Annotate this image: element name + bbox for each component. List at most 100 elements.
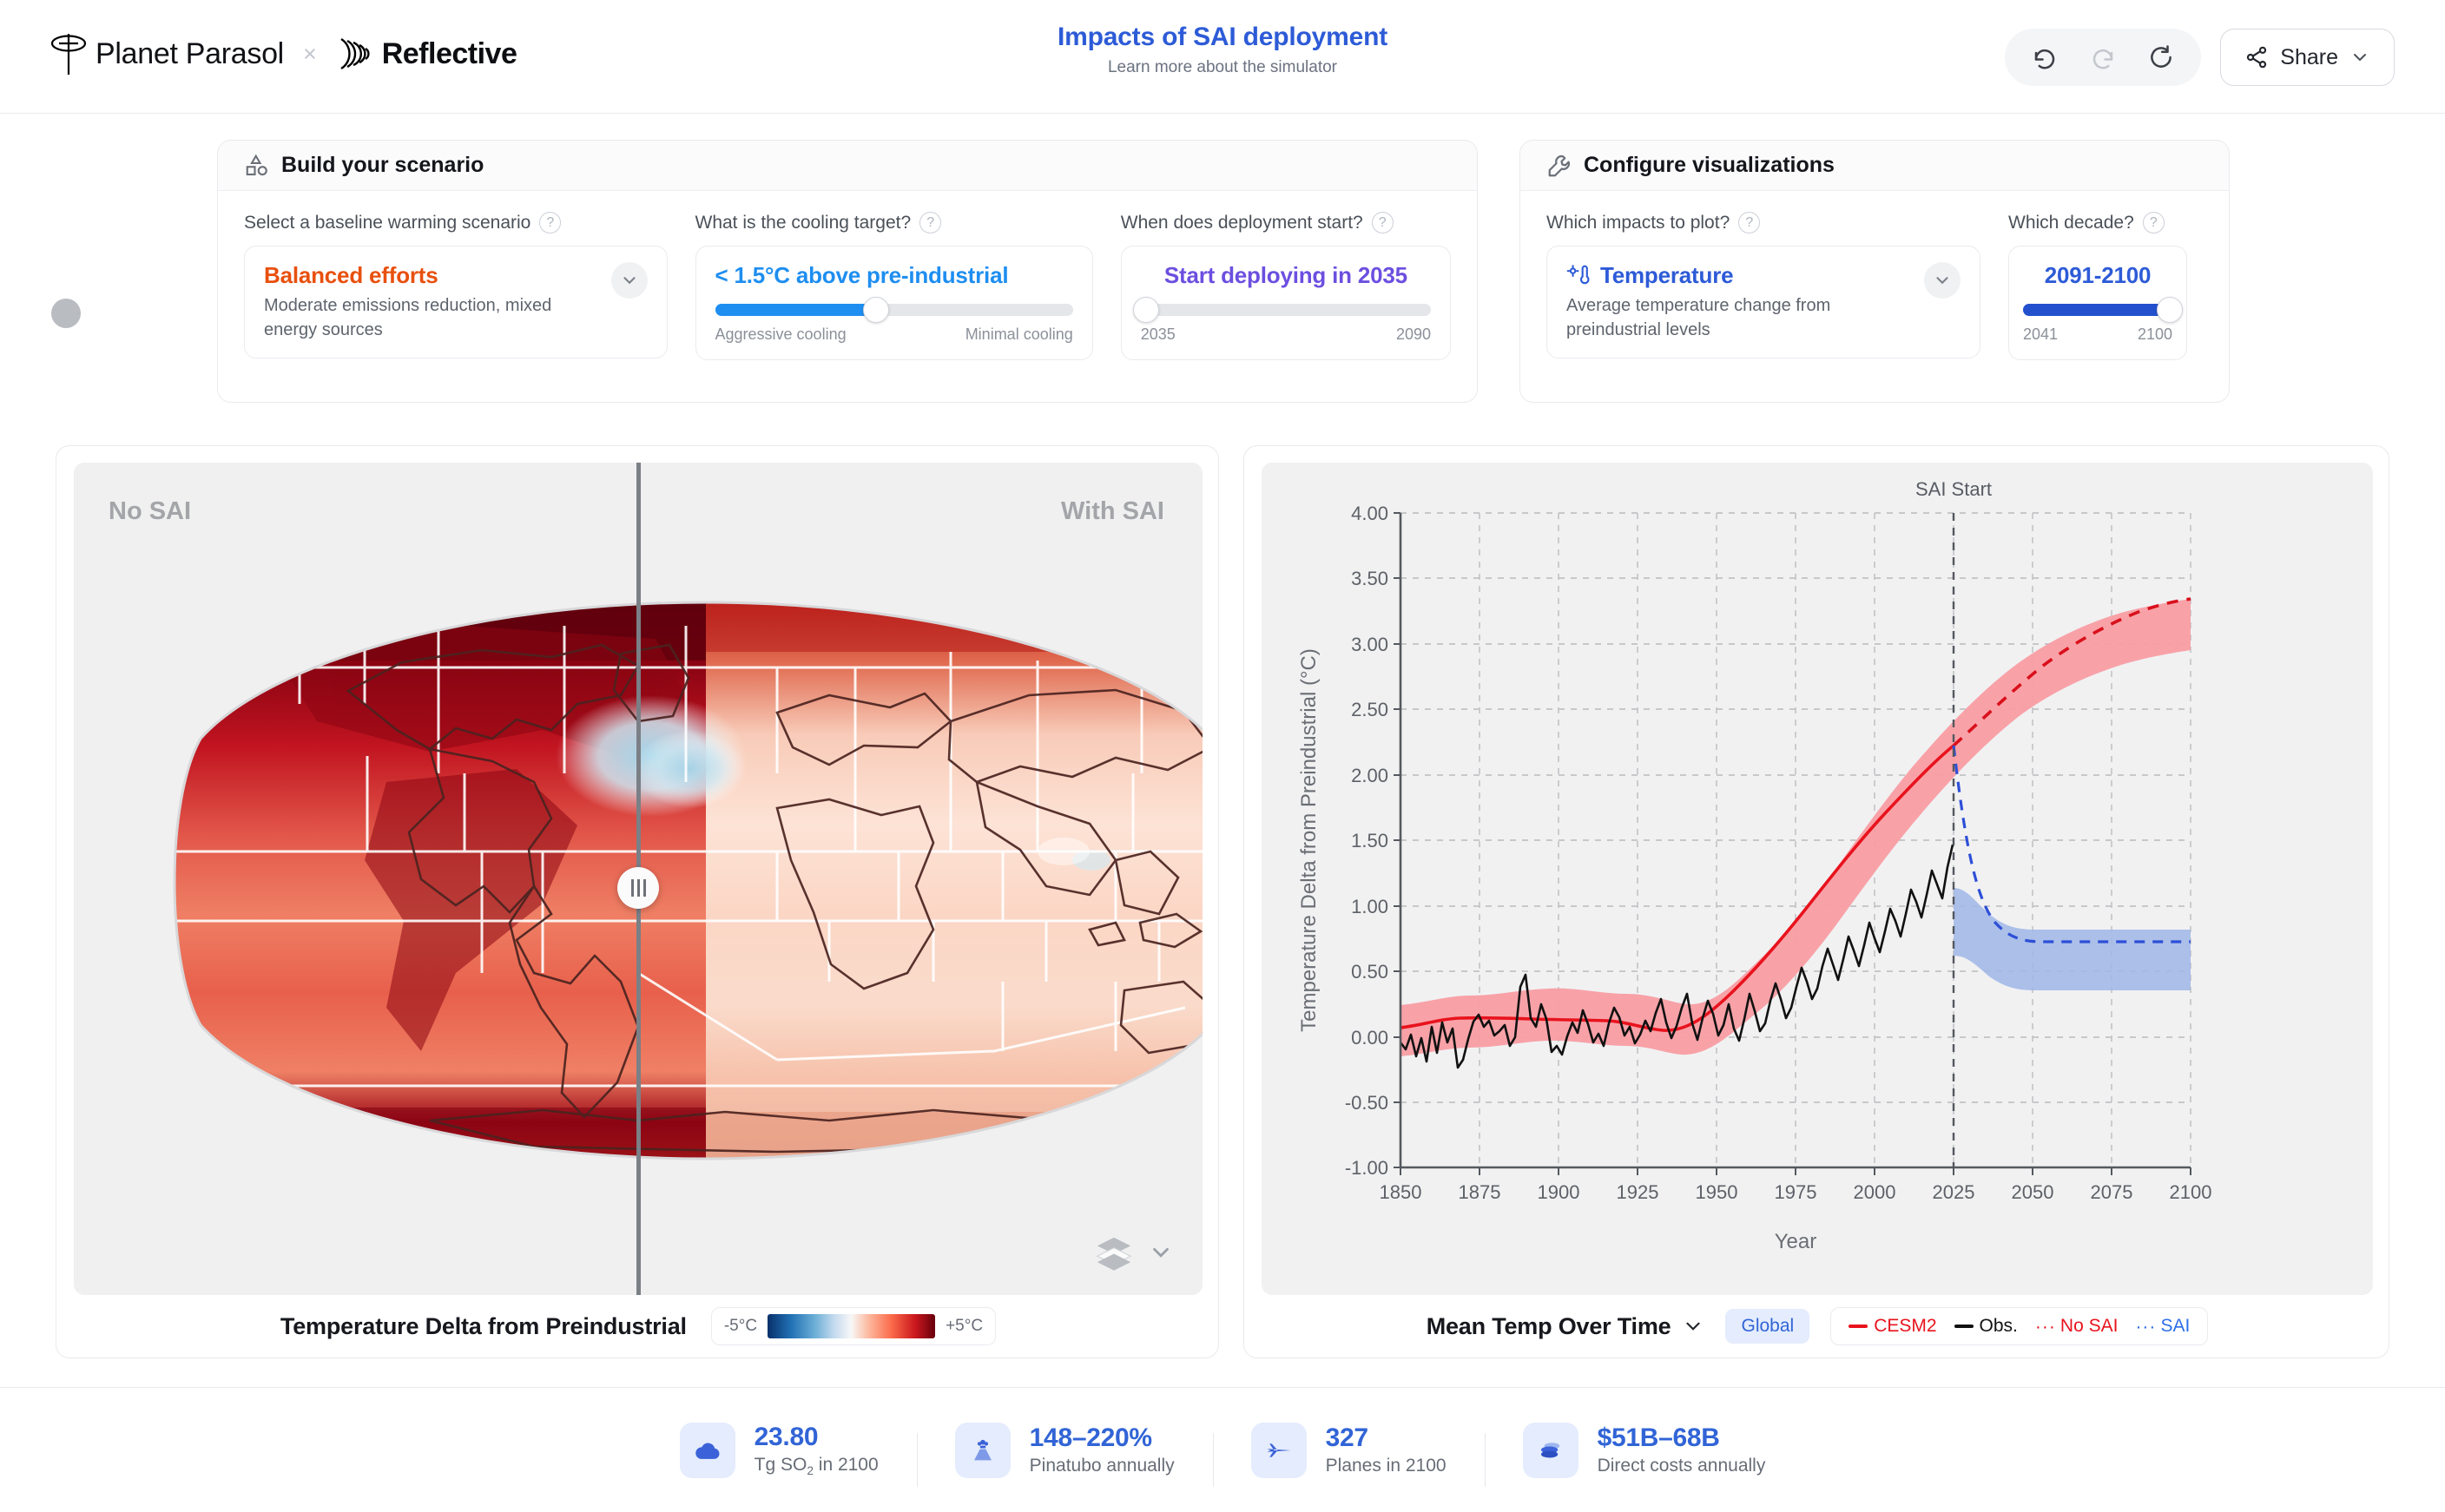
deployment-help-icon[interactable]: ? bbox=[1371, 212, 1394, 233]
map-compare-handle[interactable] bbox=[617, 867, 659, 909]
deployment-slider[interactable] bbox=[1133, 297, 1431, 323]
svg-text:1850: 1850 bbox=[1380, 1181, 1422, 1203]
legend-swatch-nosai: ··· bbox=[2034, 1316, 2056, 1337]
svg-text:2000: 2000 bbox=[1854, 1181, 1896, 1203]
legend-swatch-sai: ··· bbox=[2135, 1316, 2157, 1337]
configure-visualizations-header: Configure visualizations bbox=[1520, 141, 2229, 191]
stat-costs-label: Direct costs annually bbox=[1597, 1456, 1766, 1476]
impacts-label-row: Which impacts to plot? ? bbox=[1546, 212, 1980, 233]
mean-temp-over-time-chart: SAI Start 4.00 3.50 3.00 2.50 2.00 1.50 … bbox=[1297, 478, 2211, 1253]
svg-text:1975: 1975 bbox=[1775, 1181, 1817, 1203]
cooling-label-row: What is the cooling target? ? bbox=[695, 212, 1093, 233]
decade-slider[interactable] bbox=[2023, 297, 2183, 323]
step-indicator-dot[interactable] bbox=[51, 299, 81, 328]
svg-text:2075: 2075 bbox=[2091, 1181, 2133, 1203]
plane-icon-wrap bbox=[1250, 1422, 1307, 1478]
impacts-field: Which impacts to plot? ? Temperature Ave… bbox=[1546, 212, 1980, 360]
undo-icon bbox=[2034, 49, 2054, 69]
map-footer-title: Temperature Delta from Preindustrial bbox=[280, 1312, 687, 1339]
reset-icon bbox=[2151, 45, 2172, 68]
chart-legend: CESM2 Obs. ··· No SAI ··· SAI bbox=[1830, 1307, 2209, 1345]
impacts-value: Temperature bbox=[1600, 262, 1734, 288]
map-layers-button[interactable] bbox=[1094, 1233, 1174, 1272]
svg-text:2050: 2050 bbox=[2012, 1181, 2054, 1203]
redo-button[interactable] bbox=[2079, 34, 2126, 81]
chart-footer-title: Mean Temp Over Time bbox=[1426, 1312, 1671, 1339]
drag-handle-icon bbox=[630, 879, 634, 897]
x-axis-title: Year bbox=[1775, 1230, 1817, 1253]
decade-label: Which decade? bbox=[2008, 212, 2134, 233]
baseline-select[interactable]: Balanced efforts Moderate emissions redu… bbox=[244, 246, 668, 359]
svg-text:-1.00: -1.00 bbox=[1345, 1157, 1388, 1179]
deployment-value: Start deploying in 2035 bbox=[1163, 262, 1407, 288]
legend-label-cesm2: CESM2 bbox=[1874, 1316, 1937, 1336]
cooling-help-icon[interactable]: ? bbox=[919, 212, 942, 233]
stat-planes-value: 327 bbox=[1325, 1423, 1368, 1452]
impacts-label: Which impacts to plot? bbox=[1546, 212, 1730, 233]
svg-text:3.50: 3.50 bbox=[1351, 568, 1388, 589]
stat-costs: $51B–68B Direct costs annually bbox=[1484, 1422, 1804, 1487]
volcano-icon bbox=[973, 1439, 992, 1460]
baseline-field: Select a baseline warming scenario ? Bal… bbox=[244, 212, 668, 360]
coins-icon bbox=[1540, 1442, 1559, 1457]
baseline-value: Balanced efforts bbox=[264, 262, 438, 288]
chart-scope-badge[interactable]: Global bbox=[1725, 1309, 1810, 1344]
decade-slider-knob[interactable] bbox=[2156, 297, 2183, 323]
chart-footer: Mean Temp Over Time Global CESM2 Obs. ··… bbox=[1244, 1295, 2390, 1358]
volcano-icon-wrap bbox=[954, 1422, 1011, 1478]
stat-so2-label: Tg SO2 in 2100 bbox=[754, 1454, 879, 1478]
chart-card: SAI Start 4.00 3.50 3.00 2.50 2.00 1.50 … bbox=[1243, 445, 2389, 1358]
decade-value: 2091-2100 bbox=[2044, 262, 2152, 288]
baseline-label: Select a baseline warming scenario bbox=[244, 212, 531, 233]
stat-so2-value: 23.80 bbox=[754, 1422, 819, 1451]
build-scenario-body: Select a baseline warming scenario ? Bal… bbox=[218, 191, 1477, 383]
svg-text:0.50: 0.50 bbox=[1351, 961, 1388, 983]
baseline-description: Moderate emissions reduction, mixed ener… bbox=[264, 296, 552, 339]
stat-pinatubo: 148–220% Pinatubo annually bbox=[916, 1422, 1213, 1487]
coins-icon-wrap bbox=[1522, 1422, 1578, 1478]
legend-item-obs: Obs. bbox=[1954, 1316, 2018, 1337]
cooling-slider-ends: Aggressive cooling Minimal cooling bbox=[715, 325, 1073, 344]
build-scenario-header: Build your scenario bbox=[218, 141, 1477, 191]
deployment-label: When does deployment start? bbox=[1120, 212, 1363, 233]
impacts-select[interactable]: Temperature Average temperature change f… bbox=[1546, 246, 1980, 359]
baseline-dropdown-button[interactable] bbox=[610, 262, 648, 299]
map-comparison-stage[interactable]: No SAI With SAI bbox=[74, 463, 1203, 1295]
legend-swatch-obs bbox=[1954, 1325, 1974, 1328]
legend-label-sai: SAI bbox=[2160, 1316, 2191, 1336]
legend-min-label: -5°C bbox=[723, 1317, 758, 1335]
cooling-min-label: Aggressive cooling bbox=[715, 325, 847, 343]
decade-min-label: 2041 bbox=[2023, 325, 2059, 343]
chevron-down-icon bbox=[1936, 277, 1948, 285]
deployment-slider-knob[interactable] bbox=[1133, 297, 1160, 323]
map-colorbar-legend: -5°C +5°C bbox=[710, 1307, 997, 1345]
svg-text:0.00: 0.00 bbox=[1351, 1027, 1388, 1049]
cooling-slider[interactable] bbox=[715, 297, 1073, 323]
impacts-dropdown-button[interactable] bbox=[1924, 262, 1961, 299]
chart-metric-selector[interactable]: Mean Temp Over Time bbox=[1427, 1313, 1705, 1340]
world-temperature-map bbox=[173, 601, 1203, 1160]
decade-help-icon[interactable]: ? bbox=[2142, 212, 2165, 233]
legend-swatch-cesm2 bbox=[1849, 1325, 1868, 1328]
share-button[interactable]: Share bbox=[2220, 29, 2395, 86]
impacts-help-icon[interactable]: ? bbox=[1738, 212, 1761, 233]
stat-pinatubo-value: 148–220% bbox=[1029, 1423, 1152, 1452]
deployment-min-label: 2035 bbox=[1140, 325, 1176, 343]
stat-costs-value: $51B–68B bbox=[1597, 1423, 1720, 1452]
svg-text:1.50: 1.50 bbox=[1351, 830, 1388, 851]
chevron-down-icon bbox=[1153, 1247, 1169, 1258]
reset-button[interactable] bbox=[2138, 34, 2185, 81]
svg-text:1875: 1875 bbox=[1459, 1181, 1501, 1203]
cooling-label: What is the cooling target? bbox=[695, 212, 912, 233]
cooling-slider-knob[interactable] bbox=[863, 297, 889, 323]
undo-button[interactable] bbox=[2021, 34, 2068, 81]
history-controls bbox=[2005, 29, 2201, 86]
baseline-help-icon[interactable]: ? bbox=[539, 212, 562, 233]
cesm2-mean-line bbox=[1400, 744, 1955, 1032]
configure-visualizations-title: Configure visualizations bbox=[1584, 153, 1835, 177]
cooling-max-label: Minimal cooling bbox=[965, 325, 1073, 343]
cooling-target-field: What is the cooling target? ? < 1.5°C ab… bbox=[695, 212, 1093, 360]
configure-visualizations-body: Which impacts to plot? ? Temperature Ave… bbox=[1520, 191, 2229, 383]
stats-bar: 23.80 Tg SO2 in 2100 148–220% Pinatubo a… bbox=[0, 1387, 2445, 1512]
svg-text:-0.50: -0.50 bbox=[1345, 1092, 1388, 1114]
